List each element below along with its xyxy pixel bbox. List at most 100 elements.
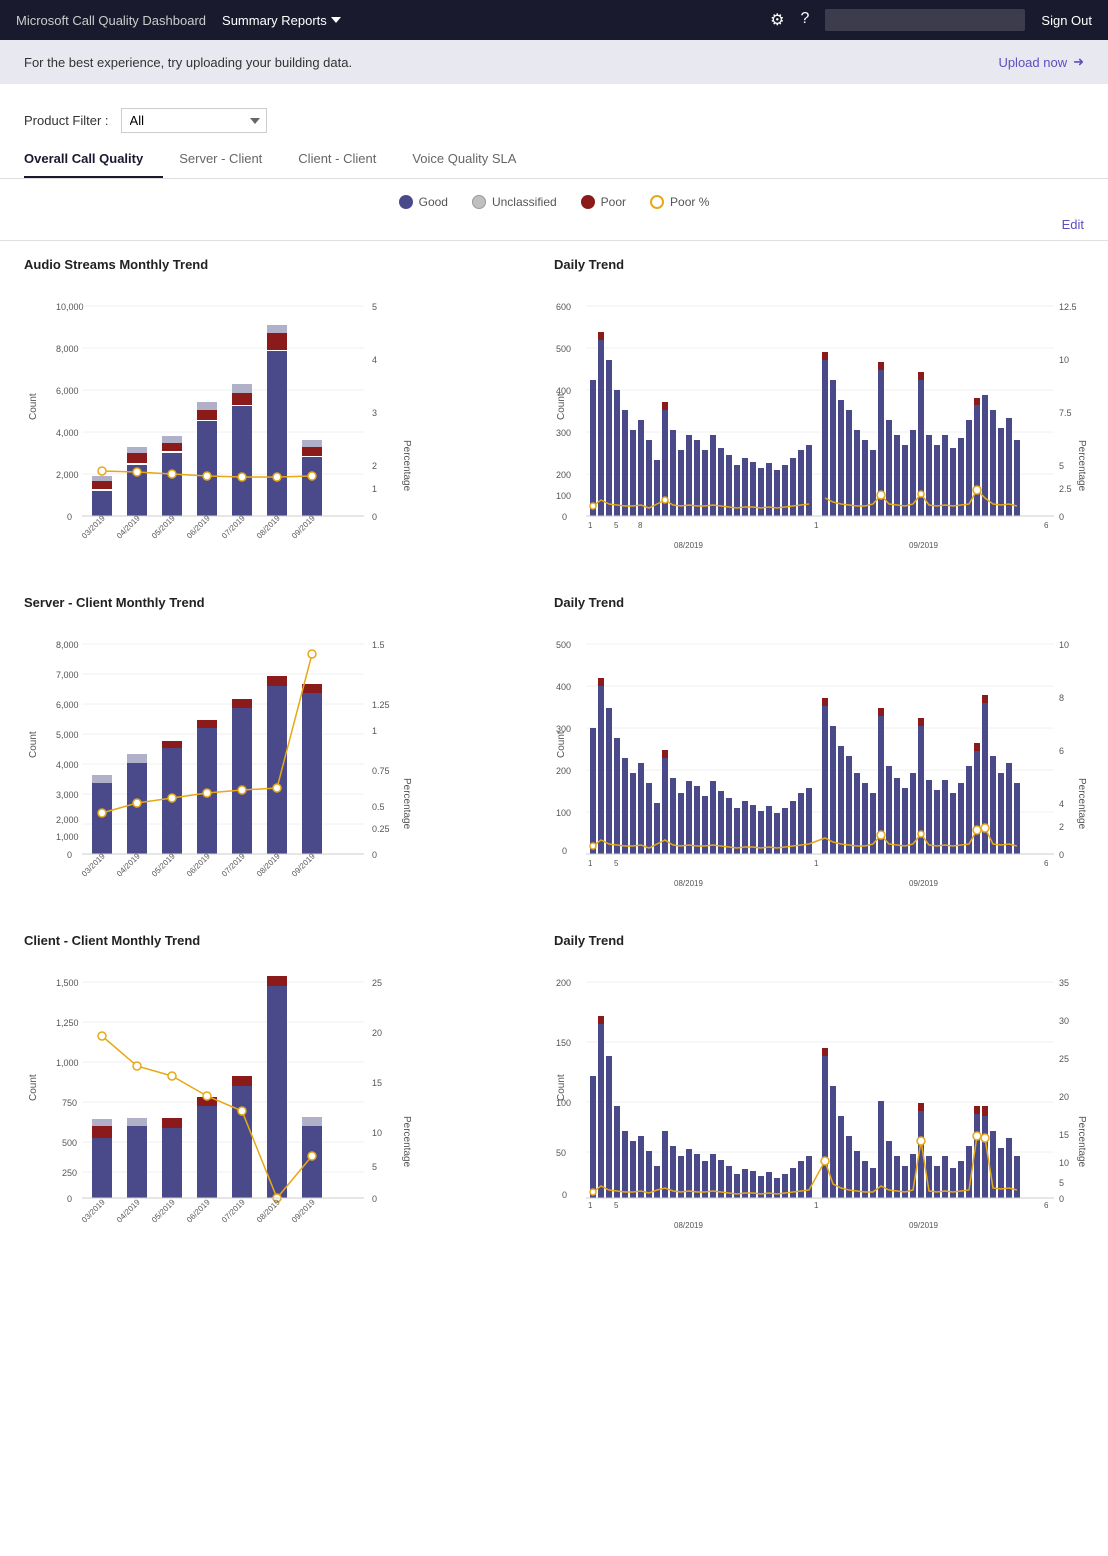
svg-text:Percentage: Percentage: [1076, 440, 1087, 492]
svg-text:1: 1: [588, 859, 593, 868]
tab-client-client[interactable]: Client - Client: [298, 141, 396, 178]
svg-text:5: 5: [372, 302, 377, 312]
bar: [838, 400, 844, 516]
nav-summary-reports[interactable]: Summary Reports: [222, 13, 341, 28]
client-daily-title: Daily Trend: [554, 933, 1084, 948]
svg-text:09/2019: 09/2019: [909, 879, 938, 888]
svg-text:07/2019: 07/2019: [220, 1197, 247, 1224]
bar: [822, 360, 828, 516]
svg-text:5: 5: [614, 859, 619, 868]
tab-server-client[interactable]: Server - Client: [179, 141, 282, 178]
bar: [232, 391, 252, 405]
svg-text:2: 2: [1059, 822, 1064, 832]
svg-text:0: 0: [1059, 512, 1064, 522]
bar: [846, 410, 852, 516]
bar: [598, 340, 604, 516]
svg-text:5: 5: [1059, 461, 1064, 471]
bar: [590, 380, 596, 516]
bar: [622, 410, 628, 516]
bar: [232, 384, 252, 393]
bar: [127, 754, 147, 763]
svg-text:2,000: 2,000: [56, 470, 79, 480]
edit-link[interactable]: Edit: [0, 213, 1108, 240]
svg-text:4,000: 4,000: [56, 760, 79, 770]
tab-overall-call-quality[interactable]: Overall Call Quality: [24, 141, 163, 178]
settings-icon[interactable]: ⚙: [770, 10, 784, 30]
svg-text:2,000: 2,000: [56, 815, 79, 825]
server-monthly-chart: Server - Client Monthly Trend 8,000 7,00…: [24, 595, 530, 901]
audio-row: Audio Streams Monthly Trend 10,000 8,000…: [24, 257, 1084, 563]
bar: [127, 763, 147, 854]
svg-text:0: 0: [67, 512, 72, 522]
bar: [1014, 440, 1020, 516]
bar: [267, 686, 287, 854]
client-daily-chart: Daily Trend 200 150 100 50 0 Count 35 30…: [554, 933, 1084, 1259]
svg-text:20: 20: [1059, 1092, 1069, 1102]
filter-label: Product Filter :: [24, 113, 109, 128]
svg-text:06/2019: 06/2019: [185, 513, 212, 540]
svg-text:400: 400: [556, 682, 571, 692]
svg-text:1,250: 1,250: [56, 1018, 79, 1028]
svg-text:08/2019: 08/2019: [255, 513, 282, 540]
tab-voice-quality-sla[interactable]: Voice Quality SLA: [412, 141, 536, 178]
bar: [790, 458, 796, 516]
bar: [822, 352, 828, 360]
bar: [302, 684, 322, 693]
client-row: Client - Client Monthly Trend 1,500 1,25…: [24, 933, 1084, 1259]
server-daily-svg: 500 400 300 200 100 0 Count 10 8 6 4 2 0…: [554, 618, 1084, 898]
signout-button[interactable]: Sign Out: [1041, 13, 1092, 28]
svg-text:09/2019: 09/2019: [290, 1197, 317, 1224]
product-filter-select[interactable]: All Teams Skype for Business: [121, 108, 267, 133]
svg-text:0: 0: [562, 512, 567, 522]
svg-text:Count: Count: [28, 393, 39, 420]
svg-text:1,000: 1,000: [56, 1058, 79, 1068]
svg-text:08/2019: 08/2019: [255, 1197, 282, 1224]
bar: [302, 446, 322, 456]
bar: [662, 402, 668, 410]
svg-text:300: 300: [556, 428, 571, 438]
svg-text:6: 6: [1044, 859, 1049, 868]
svg-text:15: 15: [1059, 1130, 1069, 1140]
svg-text:12.5: 12.5: [1059, 302, 1077, 312]
svg-text:07/2019: 07/2019: [220, 513, 247, 540]
svg-text:1: 1: [372, 484, 377, 494]
poor-dot-icon: [581, 195, 595, 209]
help-icon[interactable]: ?: [801, 10, 810, 30]
header: Microsoft Call Quality Dashboard Summary…: [0, 0, 1108, 40]
svg-text:Percentage: Percentage: [401, 1116, 412, 1168]
svg-text:5: 5: [372, 1162, 377, 1172]
svg-text:600: 600: [556, 302, 571, 312]
client-daily-svg: 200 150 100 50 0 Count 35 30 25 20 15 10…: [554, 956, 1084, 1256]
svg-text:10,000: 10,000: [56, 302, 84, 312]
poor-pct-circle-icon: [650, 195, 664, 209]
svg-text:05/2019: 05/2019: [150, 513, 177, 540]
svg-text:15: 15: [372, 1078, 382, 1088]
bar: [942, 435, 948, 516]
server-row: Server - Client Monthly Trend 8,000 7,00…: [24, 595, 1084, 901]
bar: [302, 457, 322, 516]
bar: [302, 440, 322, 447]
svg-text:6: 6: [1044, 1201, 1049, 1210]
bar: [232, 406, 252, 516]
audio-monthly-svg: 10,000 8,000 6,000 4,000 2,000 0 Count 5…: [24, 280, 454, 560]
legend-poor: Poor: [581, 195, 626, 209]
bar: [267, 332, 287, 350]
svg-text:35: 35: [1059, 978, 1069, 988]
bar: [127, 453, 147, 463]
svg-text:7,000: 7,000: [56, 670, 79, 680]
upload-now-link[interactable]: Upload now ➜: [998, 54, 1084, 70]
bar: [878, 362, 884, 370]
svg-text:0.75: 0.75: [372, 766, 390, 776]
svg-text:Count: Count: [28, 1074, 39, 1101]
bar: [197, 720, 217, 728]
header-search-input[interactable]: [825, 9, 1025, 31]
bar: [92, 491, 112, 516]
bar: [267, 351, 287, 516]
bar: [830, 380, 836, 516]
svg-text:0: 0: [372, 512, 377, 522]
bar: [630, 430, 636, 516]
svg-text:8: 8: [638, 521, 643, 530]
svg-text:08/2019: 08/2019: [674, 879, 703, 888]
svg-text:Percentage: Percentage: [1076, 778, 1087, 830]
svg-text:0: 0: [372, 1194, 377, 1204]
